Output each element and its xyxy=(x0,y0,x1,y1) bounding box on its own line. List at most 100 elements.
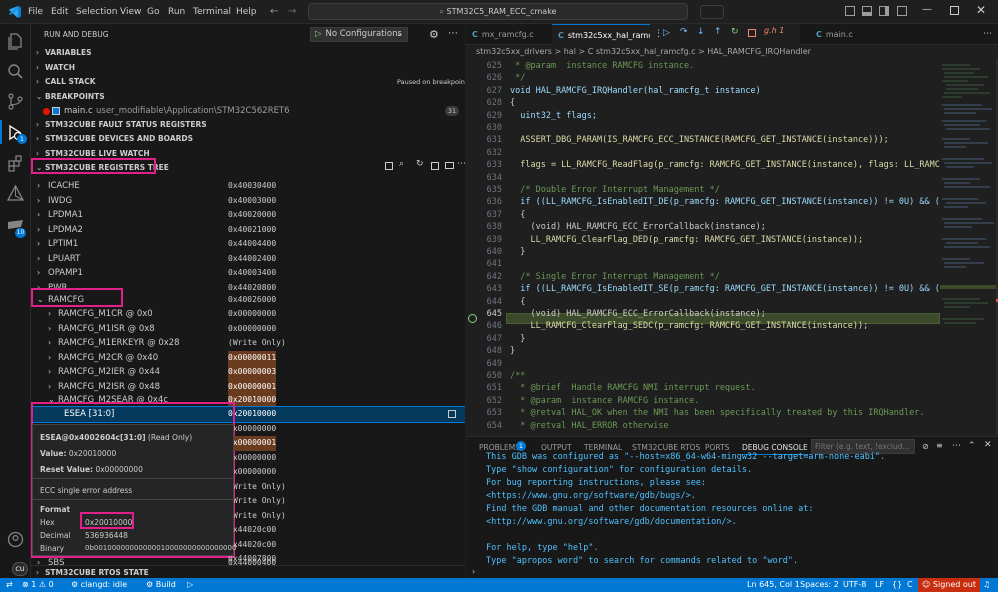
minimize-icon[interactable]: — xyxy=(922,4,932,15)
stop-icon[interactable] xyxy=(748,29,756,37)
encoding[interactable]: UTF-8 xyxy=(843,578,866,592)
section-call-stack[interactable]: › CALL STACK Paused on breakpoint xyxy=(31,75,465,89)
menu-terminal[interactable]: Terminal xyxy=(193,7,231,17)
menu-run[interactable]: Run xyxy=(168,7,185,17)
debug-status-icon[interactable]: ▷ xyxy=(187,578,193,592)
continue-icon[interactable]: ▷ xyxy=(663,28,670,38)
language-braces-icon[interactable]: {} xyxy=(892,578,902,592)
menu-go[interactable]: Go xyxy=(147,7,159,17)
search-icon[interactable] xyxy=(6,62,25,81)
gear-icon[interactable]: ⚙ xyxy=(429,28,439,41)
register-row[interactable]: › RAMCFG_M1ERKEYR @ 0x28 (Write Only) xyxy=(31,336,465,351)
remote-icon[interactable]: ⇄ xyxy=(6,578,13,592)
register-row[interactable]: › LPUART 0x44002400 xyxy=(31,252,465,267)
explorer-icon[interactable] xyxy=(6,32,25,51)
toggle-secondary-sidebar-icon[interactable] xyxy=(879,6,889,16)
step-out-icon[interactable]: ↑ xyxy=(714,27,722,37)
breadcrumb[interactable]: stm32c5xx_drivers > hal > C stm32c5xx_ha… xyxy=(466,45,998,59)
console-prompt-icon[interactable]: › xyxy=(472,567,475,576)
restore-icon[interactable] xyxy=(950,6,959,15)
register-row[interactable]: › RAMCFG_M2IER @ 0x44 0x00000003 xyxy=(31,365,465,380)
signed-out-status[interactable]: ☺ Signed out xyxy=(918,578,980,592)
toggle-sidebar-icon[interactable] xyxy=(845,6,855,16)
register-row[interactable]: › RAMCFG_M1CR @ 0x0 0x00000000 xyxy=(31,307,465,322)
title-bar: File Edit Selection View Go Run Terminal… xyxy=(0,0,998,24)
indentation[interactable]: Spaces: 2 xyxy=(800,578,839,592)
toggle-panel-icon[interactable] xyxy=(862,6,872,16)
account-icon[interactable] xyxy=(6,530,25,549)
copy-icon[interactable] xyxy=(431,162,439,170)
command-center-search[interactable]: ⌕ STM32C5_RAM_ECC_cmake xyxy=(308,3,688,20)
register-row[interactable]: › RAMCFG_M2CR @ 0x40 0x00000011 xyxy=(31,350,465,365)
menu-help[interactable]: Help xyxy=(236,7,257,17)
notifications-bell-icon[interactable]: ♫ xyxy=(983,578,990,592)
register-row[interactable]: › IWDG 0x40003000 xyxy=(31,194,465,209)
maximize-panel-icon[interactable]: ⌃ xyxy=(968,441,976,451)
language-mode[interactable]: C xyxy=(907,578,913,592)
forward-arrow-icon[interactable]: → xyxy=(288,6,296,17)
tab-main-c[interactable]: Cmain.c xyxy=(810,24,880,45)
build-button[interactable]: ⚙ Build xyxy=(146,578,176,592)
step-over-icon[interactable]: ↷ xyxy=(680,27,688,37)
more-actions-icon[interactable]: ⋯ xyxy=(448,28,458,39)
menu-selection[interactable]: Selection xyxy=(76,7,117,17)
register-row[interactable]: › RAMCFG_M1ISR @ 0x8 0x00000000 xyxy=(31,322,465,337)
source-control-icon[interactable] xyxy=(6,92,25,111)
clangd-status[interactable]: ⚙ clangd: idle xyxy=(71,578,127,592)
register-row[interactable]: › RAMCFG_M2ISR @ 0x48 0x00000001 xyxy=(31,379,465,394)
section-breakpoints[interactable]: ⌄ BREAKPOINTS xyxy=(31,90,465,104)
register-row[interactable]: › LPTIM1 0x44004400 xyxy=(31,237,465,252)
section-variables[interactable]: › VARIABLES xyxy=(31,46,465,60)
register-row[interactable]: › OPAMP1 0x40003400 xyxy=(31,266,465,281)
register-row[interactable]: › LPDMA2 0x40021000 xyxy=(31,223,465,238)
lock-scroll-icon[interactable]: ≡ xyxy=(936,441,943,450)
more-actions-icon[interactable]: ⋯ xyxy=(952,441,961,451)
breakpoint-item[interactable]: main.c user_modifiable\Application\STM32… xyxy=(31,104,465,119)
copilot-icon[interactable] xyxy=(700,5,724,19)
tab-header-error[interactable]: g.h 1 xyxy=(764,26,784,35)
section-rtos-state[interactable]: › STM32CUBE RTOS STATE xyxy=(31,565,465,578)
tab-output[interactable]: OUTPUT xyxy=(541,443,572,452)
drag-handle-icon[interactable]: ⋮ xyxy=(654,29,663,39)
search-icon[interactable]: ⌕ xyxy=(399,159,404,169)
menu-edit[interactable]: Edit xyxy=(51,7,68,17)
tab-stm32cube-rtos[interactable]: STM32CUBE RTOS xyxy=(632,443,700,452)
account-avatar[interactable]: CU xyxy=(12,562,28,576)
section-watch[interactable]: › WATCH xyxy=(31,61,465,75)
display-settings-icon[interactable] xyxy=(445,162,454,169)
breakpoint-checkbox[interactable] xyxy=(52,107,60,115)
tab-hal-ramcfg[interactable]: Cstm32c5xx_hal_ramcfg.c xyxy=(552,24,668,45)
tab-mx-ramcfg[interactable]: Cmx_ramcfg.c xyxy=(466,24,552,45)
cursor-position[interactable]: Ln 645, Col 1 xyxy=(747,578,800,592)
section-fault-status-registers[interactable]: › STM32CUBE FAULT STATUS REGISTERS xyxy=(31,118,465,132)
step-into-icon[interactable]: ↓ xyxy=(697,27,705,37)
extensions-icon[interactable] xyxy=(6,154,25,173)
menu-view[interactable]: View xyxy=(120,7,141,17)
back-arrow-icon[interactable]: ← xyxy=(270,6,278,17)
register-row[interactable]: › LPDMA1 0x40020000 xyxy=(31,208,465,223)
code-editor[interactable]: 625 * @param instance RAMCFG instance. 62… xyxy=(466,59,940,435)
more-actions-icon[interactable]: ⋯ xyxy=(457,159,465,169)
close-icon[interactable]: ✕ xyxy=(976,3,986,17)
refresh-icon[interactable]: ↻ xyxy=(416,159,424,169)
cmake-icon[interactable] xyxy=(6,184,25,203)
copy-value-icon[interactable] xyxy=(448,410,456,418)
register-row[interactable]: › ICACHE 0x40030400 xyxy=(31,179,465,194)
problems-status[interactable]: ⊗ 1 ⚠ 0 xyxy=(22,578,54,592)
section-devices-boards[interactable]: › STM32CUBE DEVICES AND BOARDS xyxy=(31,132,465,146)
close-panel-icon[interactable]: ✕ xyxy=(984,440,992,450)
more-actions-icon[interactable]: ⋯ xyxy=(983,29,992,39)
line-number: 647 xyxy=(486,333,502,344)
customize-layout-icon[interactable] xyxy=(897,6,907,16)
debug-config-select[interactable]: ▷ No Configurations ⌄ xyxy=(310,27,408,42)
collapse-all-icon[interactable] xyxy=(385,162,393,170)
tab-problems[interactable]: PROBLEMS xyxy=(479,443,520,452)
tab-ports[interactable]: PORTS xyxy=(705,443,729,452)
tab-terminal[interactable]: TERMINAL xyxy=(584,443,622,452)
line-ending[interactable]: LF xyxy=(875,578,884,592)
menu-file[interactable]: File xyxy=(28,7,43,17)
minimap[interactable] xyxy=(940,59,998,435)
clear-console-icon[interactable]: ⊘ xyxy=(922,442,929,451)
restart-icon[interactable]: ↻ xyxy=(731,27,739,37)
code-line: } xyxy=(510,333,526,344)
